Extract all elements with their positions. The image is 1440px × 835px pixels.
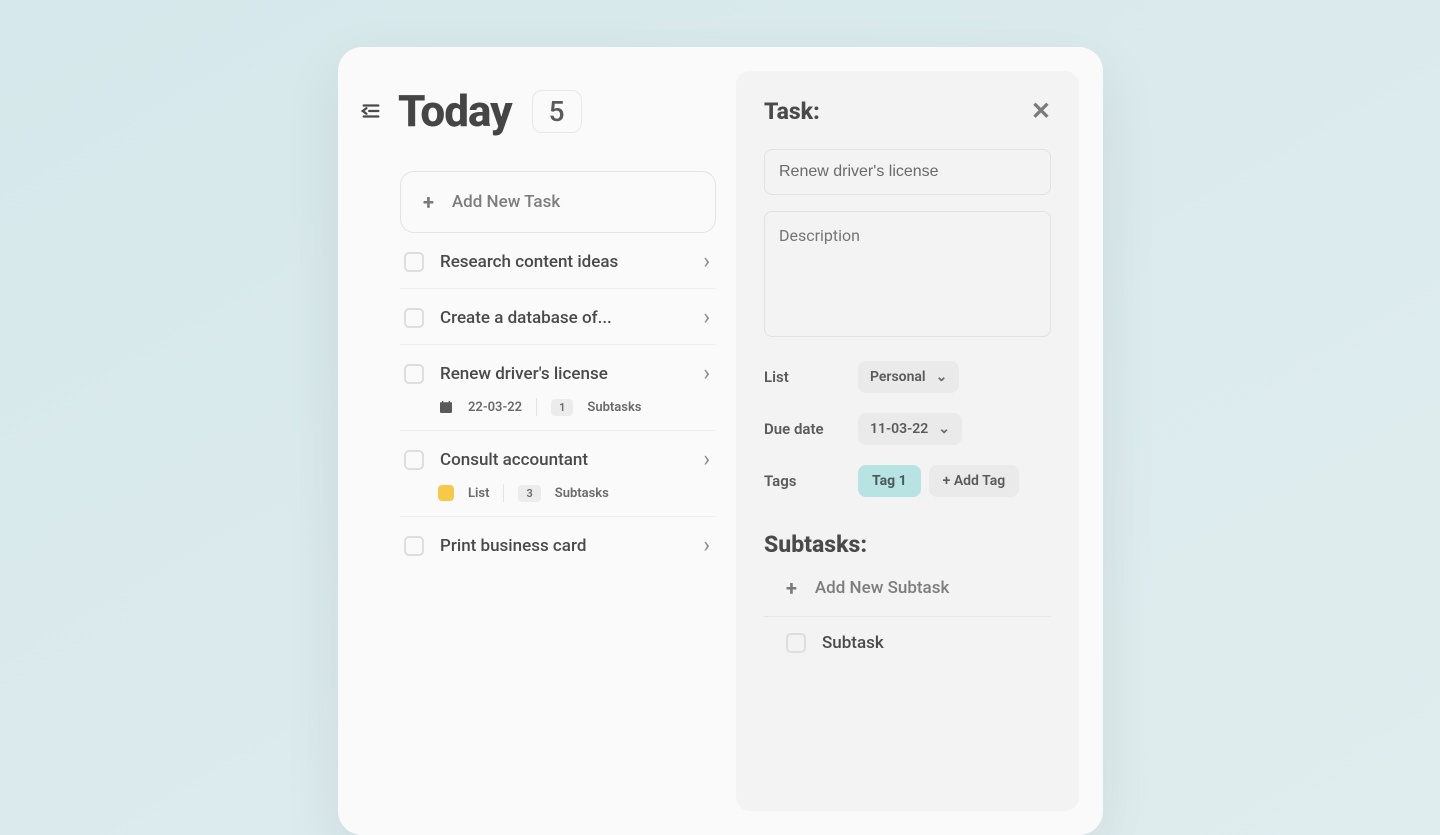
chevron-right-icon: › xyxy=(703,533,710,558)
subtasks-label: Subtasks xyxy=(555,486,609,501)
task-checkbox[interactable] xyxy=(404,450,424,470)
add-tag-button[interactable]: + Add Tag xyxy=(929,465,1020,497)
separator xyxy=(503,484,504,502)
tags-label: Tags xyxy=(764,472,858,490)
page-title: Today xyxy=(398,85,512,137)
tag-chip[interactable]: Tag 1 xyxy=(858,465,921,497)
subtask-checkbox[interactable] xyxy=(786,633,806,653)
task-row[interactable]: Consult accountant › xyxy=(404,447,710,472)
chevron-right-icon: › xyxy=(703,361,710,386)
task-title: Consult accountant xyxy=(440,450,687,470)
tags-field: Tags Tag 1 + Add Tag xyxy=(764,465,1051,497)
add-subtask-label: Add New Subtask xyxy=(815,578,949,598)
task-date: 22-03-22 xyxy=(468,400,522,415)
add-task-button[interactable]: + Add New Task xyxy=(400,171,716,233)
add-task-label: Add New Task xyxy=(452,192,560,212)
task-meta: 22-03-22 1 Subtasks xyxy=(438,398,710,416)
plus-icon: + xyxy=(786,576,797,600)
chevron-down-icon: ⌄ xyxy=(938,421,950,437)
list-value: Personal xyxy=(870,369,926,385)
task-row[interactable]: Research content ideas › xyxy=(404,249,710,274)
task-item: Renew driver's license › 22-03-22 1 Subt… xyxy=(400,345,716,431)
due-date-value: 11-03-22 xyxy=(870,421,928,437)
task-description-input[interactable] xyxy=(764,211,1051,337)
task-title: Create a database of... xyxy=(440,308,687,328)
task-checkbox[interactable] xyxy=(404,308,424,328)
task-list: + Add New Task Research content ideas › … xyxy=(360,171,716,572)
task-row[interactable]: Create a database of... › xyxy=(404,305,710,330)
separator xyxy=(536,398,537,416)
task-row[interactable]: Renew driver's license › xyxy=(404,361,710,386)
subtask-item[interactable]: Subtask xyxy=(764,617,1051,667)
task-item: Create a database of... › xyxy=(400,289,716,345)
subtasks-label: Subtasks xyxy=(587,400,641,415)
detail-header: Task: ✕ xyxy=(764,97,1051,125)
task-title: Renew driver's license xyxy=(440,364,687,384)
detail-heading: Task: xyxy=(764,98,820,125)
task-list-label: List xyxy=(468,486,489,501)
calendar-icon xyxy=(438,399,454,415)
task-row[interactable]: Print business card › xyxy=(404,533,710,558)
subtasks-heading: Subtasks: xyxy=(764,531,1051,558)
chevron-right-icon: › xyxy=(703,249,710,274)
due-date-field: Due date 11-03-22 ⌄ xyxy=(764,413,1051,445)
list-field: List Personal ⌄ xyxy=(764,361,1051,393)
task-detail-pane: Task: ✕ List Personal ⌄ Due date 11-03-2… xyxy=(736,71,1079,811)
chevron-right-icon: › xyxy=(703,305,710,330)
chevron-right-icon: › xyxy=(703,447,710,472)
task-list-pane: Today 5 + Add New Task Research content … xyxy=(338,47,736,835)
header: Today 5 xyxy=(360,85,716,137)
task-checkbox[interactable] xyxy=(404,536,424,556)
tag-row: Tag 1 + Add Tag xyxy=(858,465,1019,497)
task-title: Research content ideas xyxy=(440,252,687,272)
add-subtask-button[interactable]: + Add New Subtask xyxy=(764,558,1051,617)
task-checkbox[interactable] xyxy=(404,364,424,384)
task-meta: List 3 Subtasks xyxy=(438,484,710,502)
task-checkbox[interactable] xyxy=(404,252,424,272)
menu-collapse-icon[interactable] xyxy=(360,100,382,122)
task-title: Print business card xyxy=(440,536,687,556)
task-item: Consult accountant › List 3 Subtasks xyxy=(400,431,716,517)
app-window: Today 5 + Add New Task Research content … xyxy=(338,47,1103,835)
due-date-select[interactable]: 11-03-22 ⌄ xyxy=(858,413,962,445)
list-label: List xyxy=(764,368,858,386)
chevron-down-icon: ⌄ xyxy=(936,369,948,385)
task-item: Research content ideas › xyxy=(400,233,716,289)
task-item: Print business card › xyxy=(400,517,716,572)
plus-icon: + xyxy=(423,190,434,214)
subtask-count: 1 xyxy=(551,399,573,416)
due-date-label: Due date xyxy=(764,420,858,438)
subtask-title: Subtask xyxy=(822,633,1045,653)
close-icon[interactable]: ✕ xyxy=(1031,97,1051,125)
list-select[interactable]: Personal ⌄ xyxy=(858,361,959,393)
task-count-badge: 5 xyxy=(532,90,582,133)
subtask-count: 3 xyxy=(518,485,540,502)
task-name-input[interactable] xyxy=(764,149,1051,195)
list-color-swatch xyxy=(438,485,454,501)
